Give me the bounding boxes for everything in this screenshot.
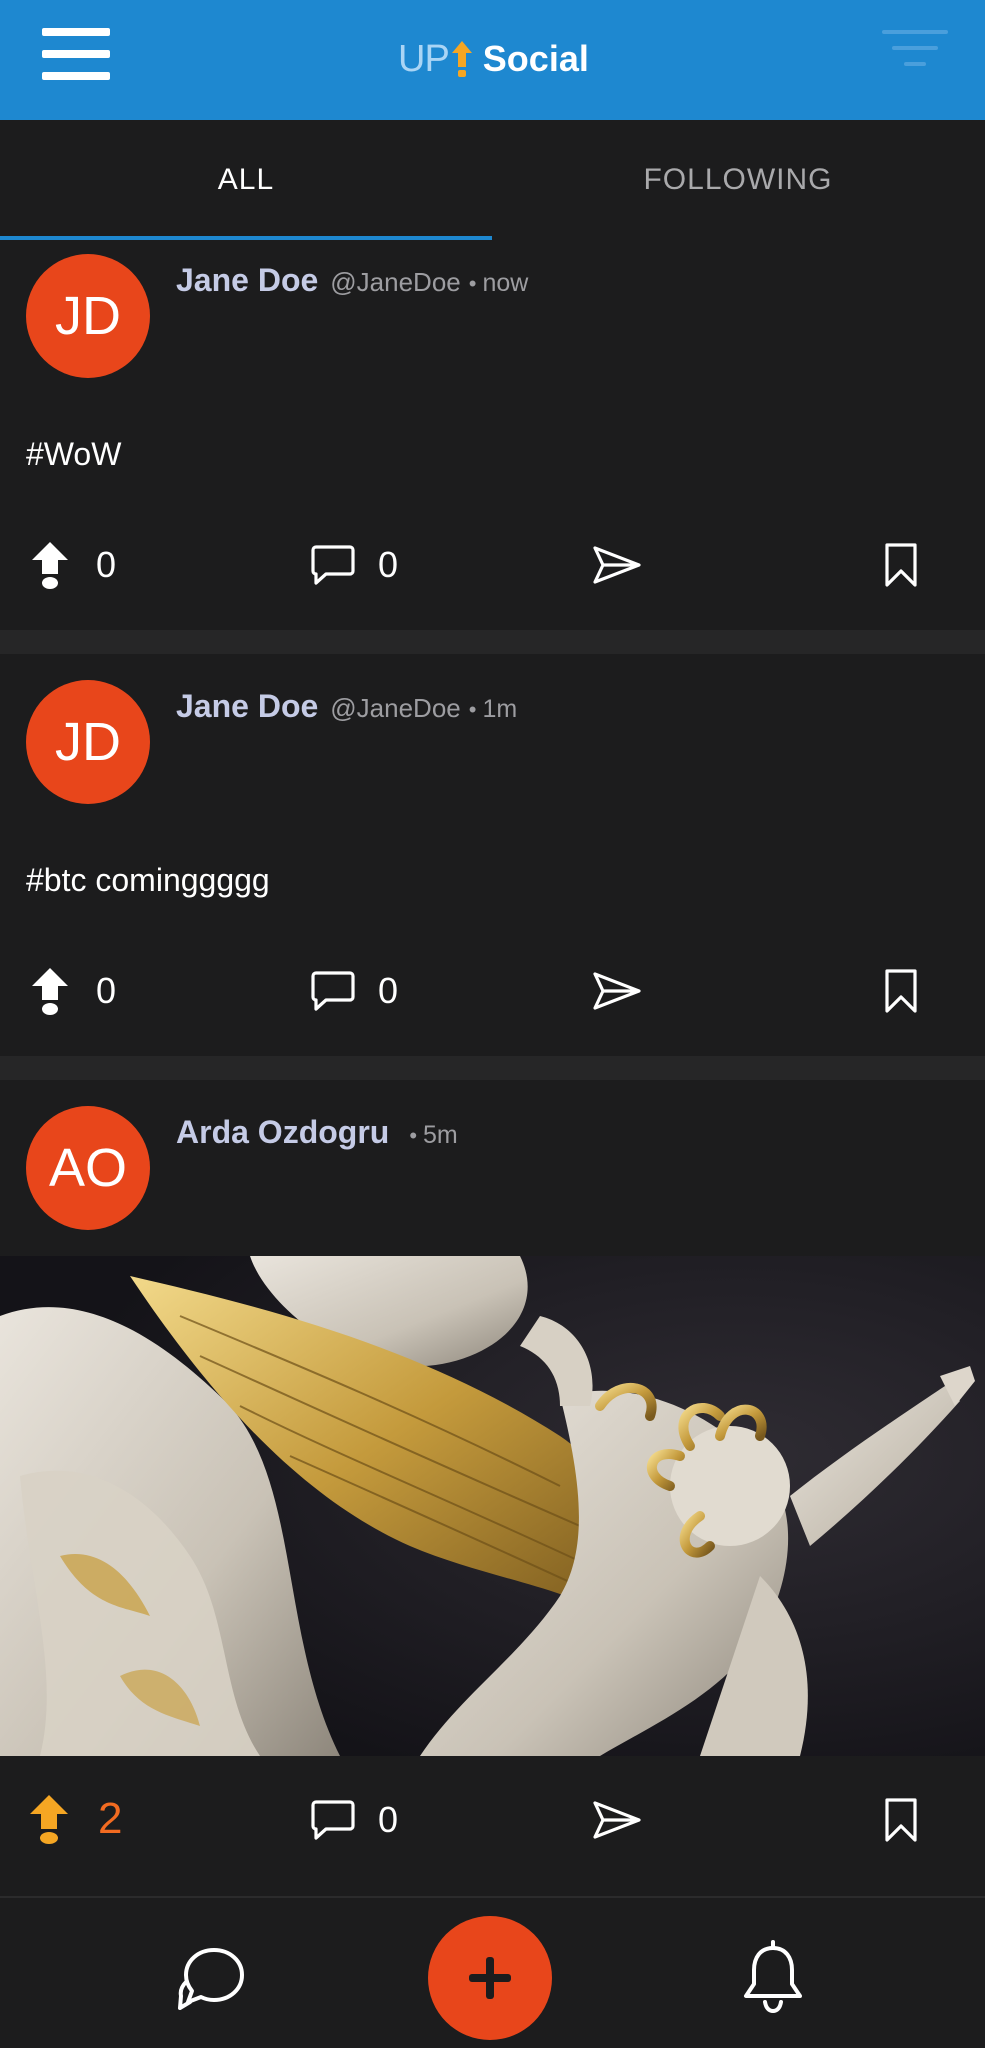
logo-up-text: UP <box>398 37 450 80</box>
comment-button[interactable]: 0 <box>310 969 398 1013</box>
post-text: #WoW <box>26 436 122 472</box>
author-name[interactable]: Arda Ozdogru <box>176 1114 389 1151</box>
post-card: JD Jane Doe @JaneDoe • 1m #btc comingggg… <box>0 654 985 1056</box>
upvote-count: 2 <box>98 1794 123 1843</box>
logo-arrow-icon <box>451 41 472 77</box>
logo-social-text: Social <box>482 38 589 79</box>
share-button[interactable] <box>592 1800 642 1840</box>
chat-bubbles-icon[interactable] <box>178 1944 248 2019</box>
avatar[interactable]: JD <box>26 254 150 378</box>
share-button[interactable] <box>592 971 642 1011</box>
comment-count: 0 <box>378 544 399 585</box>
comment-button[interactable]: 0 <box>310 543 398 587</box>
author-handle[interactable]: @JaneDoe <box>330 267 460 298</box>
tab-all[interactable]: ALL <box>0 120 492 240</box>
upvote-button[interactable]: 0 <box>30 540 116 590</box>
hamburger-menu-icon[interactable] <box>42 28 110 80</box>
send-icon <box>592 971 642 1011</box>
post-card: AO Arda Ozdogru • 5m 2 0 <box>0 1080 985 1888</box>
post-image[interactable] <box>0 1256 985 1756</box>
author-handle[interactable]: @JaneDoe <box>330 693 460 724</box>
separator-dot: • <box>468 271 477 296</box>
avatar-initials: JD <box>55 712 121 772</box>
upvote-count: 0 <box>96 544 117 585</box>
separator-dot: • <box>409 1123 418 1148</box>
bookmark-icon <box>884 968 918 1014</box>
top-app-bar: UP Social <box>0 0 985 120</box>
upvote-button[interactable]: 2 <box>28 1793 122 1845</box>
author-name[interactable]: Jane Doe <box>176 262 318 299</box>
bell-icon[interactable] <box>740 1940 806 2019</box>
bottom-navigation <box>0 1896 985 2048</box>
comment-count: 0 <box>378 1799 399 1840</box>
author-name[interactable]: Jane Doe <box>176 688 318 725</box>
comment-icon <box>310 543 356 587</box>
upvote-button[interactable]: 0 <box>30 966 116 1016</box>
post-time: 1m <box>482 695 518 723</box>
post-text: #btc cominggggg <box>26 862 270 898</box>
separator-dot: • <box>468 697 477 722</box>
upvote-arrow-icon <box>28 1793 70 1845</box>
send-icon <box>592 545 642 585</box>
feed-tabs: ALL FOLLOWING <box>0 120 985 241</box>
app-logo: UP Social <box>398 34 589 84</box>
upvote-count: 0 <box>96 970 117 1011</box>
post-time: 5m <box>423 1121 458 1149</box>
send-icon <box>592 1800 642 1840</box>
post-card: JD Jane Doe @JaneDoe • now #WoW 0 0 <box>0 240 985 630</box>
upvote-arrow-icon <box>30 540 70 590</box>
post-header: Arda Ozdogru • 5m <box>176 1114 458 1151</box>
bookmark-button[interactable] <box>884 1797 918 1843</box>
post-time: now <box>482 269 529 297</box>
bookmark-button[interactable] <box>884 968 918 1014</box>
filter-icon[interactable] <box>880 26 950 76</box>
app-screen: UP Social ALL FOLLOWING JD Jane Doe @Jan… <box>0 0 985 2048</box>
add-post-button[interactable] <box>428 1916 552 2040</box>
avatar-initials: JD <box>55 286 121 346</box>
comment-count: 0 <box>378 970 399 1011</box>
tab-following[interactable]: FOLLOWING <box>492 120 984 240</box>
share-button[interactable] <box>592 545 642 585</box>
tab-all-label: ALL <box>217 163 275 196</box>
avatar-initials: AO <box>48 1138 128 1198</box>
comment-icon <box>310 1798 356 1842</box>
bookmark-icon <box>884 1797 918 1843</box>
post-divider <box>0 630 985 654</box>
post-header: Jane Doe @JaneDoe • 1m <box>176 688 517 725</box>
avatar[interactable]: JD <box>26 680 150 804</box>
tab-following-label: FOLLOWING <box>643 163 833 196</box>
plus-icon <box>469 1957 511 1999</box>
avatar[interactable]: AO <box>26 1106 150 1230</box>
post-divider <box>0 1056 985 1080</box>
comment-icon <box>310 969 356 1013</box>
bookmark-button[interactable] <box>884 542 918 588</box>
upvote-arrow-icon <box>30 966 70 1016</box>
post-header: Jane Doe @JaneDoe • now <box>176 262 528 299</box>
bookmark-icon <box>884 542 918 588</box>
comment-button[interactable]: 0 <box>310 1798 398 1842</box>
